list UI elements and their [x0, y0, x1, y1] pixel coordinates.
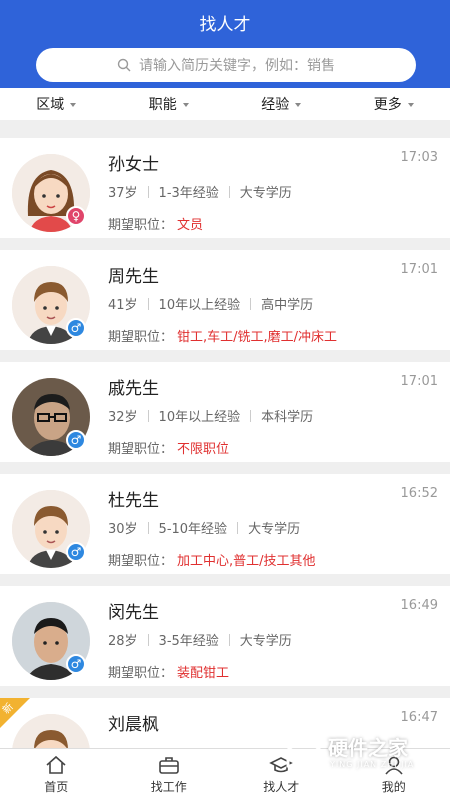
- update-time: 16:49: [400, 598, 438, 613]
- candidate-name: 孙女士: [108, 155, 159, 175]
- briefcase-icon: [158, 756, 179, 774]
- tab-find-job[interactable]: 找工作: [113, 749, 226, 800]
- age: 28岁: [108, 634, 138, 649]
- watermark-main-text: 硬件之家: [328, 736, 408, 760]
- update-time: 17:01: [400, 262, 438, 277]
- candidate-meta: 37岁 1-3年经验 大专学历: [108, 182, 292, 201]
- experience: 3-5年经验: [158, 634, 219, 649]
- education: 大专学历: [239, 186, 292, 201]
- job-value: 装配钳工: [177, 666, 230, 681]
- chevron-down-icon: [407, 103, 414, 107]
- education: 大专学历: [248, 522, 301, 537]
- education: 大专学历: [239, 634, 292, 649]
- job-value: 加工中心,普工/技工其他: [177, 554, 316, 569]
- filter-experience[interactable]: 经验: [225, 88, 338, 120]
- home-icon: [46, 755, 66, 774]
- house-logo-icon: [286, 734, 322, 768]
- age: 37岁: [108, 186, 138, 201]
- education: 本科学历: [261, 410, 314, 425]
- update-time: 16:47: [400, 710, 438, 725]
- job-label: 期望职位：: [108, 218, 174, 233]
- candidate-card[interactable]: ♂ 戚先生 17:01 32岁 10年以上经验 本科学历 期望职位： 不限职位: [0, 362, 450, 462]
- candidate-card[interactable]: ♂ 闵先生 16:49 28岁 3-5年经验 大专学历 期望职位： 装配钳工: [0, 586, 450, 686]
- candidate-name: 周先生: [108, 267, 159, 287]
- candidate-name: 戚先生: [108, 379, 159, 399]
- job-value: 钳工,车工/铣工,磨工/冲床工: [177, 330, 338, 345]
- update-time: 17:03: [400, 150, 438, 165]
- filter-label: 职能: [148, 97, 177, 113]
- candidate-meta: 28岁 3-5年经验 大专学历: [108, 630, 292, 649]
- job-value: 不限职位: [177, 442, 230, 457]
- age: 30岁: [108, 522, 138, 537]
- page-title: 找人才: [199, 15, 251, 35]
- chevron-down-icon: [182, 103, 189, 107]
- filter-label: 经验: [261, 97, 290, 113]
- update-time: 17:01: [400, 374, 438, 389]
- male-gender-icon: ♂: [66, 654, 86, 674]
- candidate-name: 刘晨枫: [108, 715, 159, 735]
- male-gender-icon: ♂: [66, 542, 86, 562]
- desired-job: 期望职位： 文员: [108, 214, 203, 233]
- male-gender-icon: ♂: [66, 430, 86, 450]
- job-label: 期望职位：: [108, 330, 174, 345]
- filter-bar: 区域 职能 经验 更多: [0, 88, 450, 120]
- chevron-down-icon: [295, 103, 302, 107]
- filter-region[interactable]: 区域: [0, 88, 113, 120]
- tab-label: 我的: [381, 779, 406, 794]
- filter-label: 更多: [373, 97, 402, 113]
- candidate-card[interactable]: ♀ 孙女士 17:03 37岁 1-3年经验 大专学历 期望职位： 文员: [0, 138, 450, 238]
- job-label: 期望职位：: [108, 554, 174, 569]
- desired-job: 期望职位： 加工中心,普工/技工其他: [108, 550, 316, 569]
- candidate-card[interactable]: ♂ 周先生 17:01 41岁 10年以上经验 高中学历 期望职位： 钳工,车工/…: [0, 250, 450, 350]
- tab-label: 找人才: [263, 779, 300, 794]
- candidate-meta: 41岁 10年以上经验 高中学历: [108, 294, 313, 313]
- experience: 10年以上经验: [158, 298, 241, 313]
- age: 32岁: [108, 410, 138, 425]
- desired-job: 期望职位： 装配钳工: [108, 662, 229, 681]
- tab-label: 找工作: [150, 779, 187, 794]
- experience: 10年以上经验: [158, 410, 241, 425]
- filter-function[interactable]: 职能: [113, 88, 226, 120]
- age: 41岁: [108, 298, 138, 313]
- watermark-logo: 硬件之家 YING JIAN ZHI JIA: [284, 728, 434, 774]
- search-icon: [117, 58, 131, 72]
- candidate-meta: 32岁 10年以上经验 本科学历: [108, 406, 313, 425]
- education: 高中学历: [261, 298, 314, 313]
- experience: 1-3年经验: [158, 186, 219, 201]
- job-value: 文员: [177, 218, 204, 233]
- male-gender-icon: ♂: [66, 318, 86, 338]
- search-placeholder: 请输入简历关键字，例如：销售: [139, 58, 335, 74]
- top-header: 找人才 请输入简历关键字，例如：销售: [0, 0, 450, 88]
- search-input[interactable]: 请输入简历关键字，例如：销售: [36, 48, 416, 82]
- desired-job: 期望职位： 钳工,车工/铣工,磨工/冲床工: [108, 326, 337, 345]
- job-label: 期望职位：: [108, 442, 174, 457]
- tab-label: 首页: [44, 779, 69, 794]
- filter-label: 区域: [36, 97, 65, 113]
- candidate-name: 闵先生: [108, 603, 159, 623]
- candidate-meta: 30岁 5-10年经验 大专学历: [108, 518, 300, 537]
- watermark-sub-text: YING JIAN ZHI JIA: [330, 760, 415, 769]
- candidate-name: 杜先生: [108, 491, 159, 511]
- female-gender-icon: ♀: [66, 206, 86, 226]
- update-time: 16:52: [400, 486, 438, 501]
- tab-home[interactable]: 首页: [0, 749, 113, 800]
- candidate-card[interactable]: ♂ 杜先生 16:52 30岁 5-10年经验 大专学历 期望职位： 加工中心,普…: [0, 474, 450, 574]
- job-label: 期望职位：: [108, 666, 174, 681]
- experience: 5-10年经验: [158, 522, 228, 537]
- desired-job: 期望职位： 不限职位: [108, 438, 229, 457]
- chevron-down-icon: [70, 103, 77, 107]
- filter-more[interactable]: 更多: [338, 88, 450, 120]
